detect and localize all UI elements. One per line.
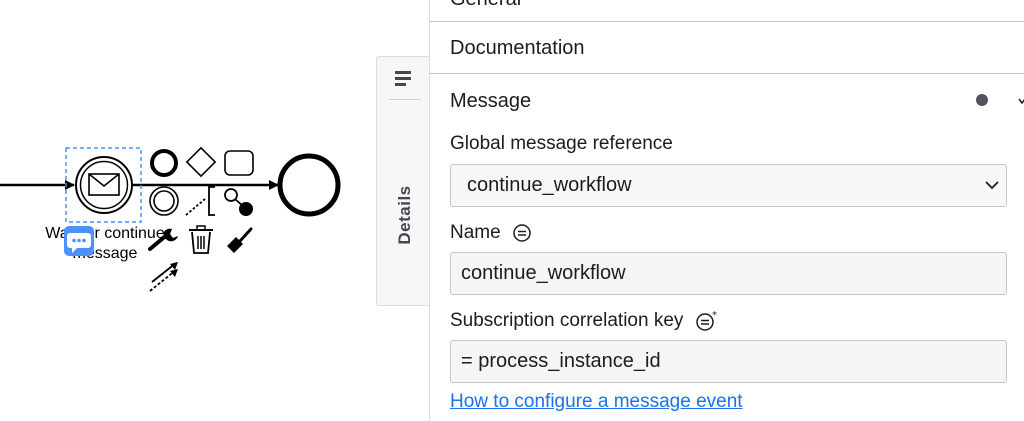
message-event-help-link[interactable]: How to configure a message event <box>450 391 743 413</box>
append-intermediate-event-icon[interactable] <box>149 186 179 216</box>
group-documentation-title: Documentation <box>450 37 585 59</box>
group-general-header[interactable]: General <box>430 0 1024 22</box>
connect-arrow-icon[interactable] <box>149 262 178 292</box>
global-message-reference-label: Global message reference <box>450 133 673 154</box>
global-message-reference-value: continue_workflow <box>467 174 632 196</box>
subscription-correlation-key-input[interactable] <box>450 340 1007 383</box>
append-task-icon[interactable] <box>224 150 254 176</box>
group-message-header[interactable]: Message <box>430 74 1024 128</box>
envelope-icon <box>88 173 120 196</box>
name-label-row: Name <box>450 222 532 244</box>
properties-panel: General Documentation Message Global mes… <box>429 0 1024 421</box>
text-annotation-icon[interactable] <box>185 186 215 216</box>
trash-icon[interactable] <box>189 225 213 254</box>
static-value-icon <box>513 224 531 242</box>
svg-text:*: * <box>712 310 717 321</box>
name-input[interactable] <box>450 252 1007 295</box>
append-gateway-icon[interactable] <box>185 146 217 178</box>
bpmn-diagram <box>0 146 341 292</box>
append-end-event-icon[interactable] <box>150 149 178 177</box>
comment-badge[interactable] <box>64 226 94 256</box>
connect-icon[interactable] <box>224 188 253 216</box>
group-message-data-indicator <box>976 94 988 106</box>
end-event[interactable] <box>277 153 341 217</box>
chevron-down-icon <box>985 181 999 190</box>
details-panel-toggle[interactable]: Details <box>376 56 429 306</box>
start-event-label[interactable]: Wait for continue message <box>30 224 180 264</box>
chat-bubble-icon <box>67 233 91 253</box>
hamburger-icon <box>395 71 411 86</box>
group-documentation-header[interactable]: Documentation <box>430 22 1024 74</box>
tab-separator <box>389 99 421 100</box>
subscription-correlation-key-label: Subscription correlation key <box>450 310 684 332</box>
group-message-title: Message <box>450 90 532 112</box>
feel-expression-icon: * <box>695 310 717 331</box>
correlation-key-label-row: Subscription correlation key * <box>450 310 719 332</box>
global-message-reference-select[interactable]: continue_workflow <box>450 164 1007 207</box>
diagram-canvas[interactable]: Wait for continue message <box>0 0 376 421</box>
color-brush-icon[interactable] <box>227 227 253 253</box>
group-general-title: General <box>450 0 521 10</box>
chevron-down-icon[interactable] <box>1018 96 1024 106</box>
message-intermediate-catch-event[interactable] <box>75 156 133 214</box>
context-pad <box>148 146 254 292</box>
name-label: Name <box>450 222 501 243</box>
details-tab-label: Details <box>395 185 414 245</box>
